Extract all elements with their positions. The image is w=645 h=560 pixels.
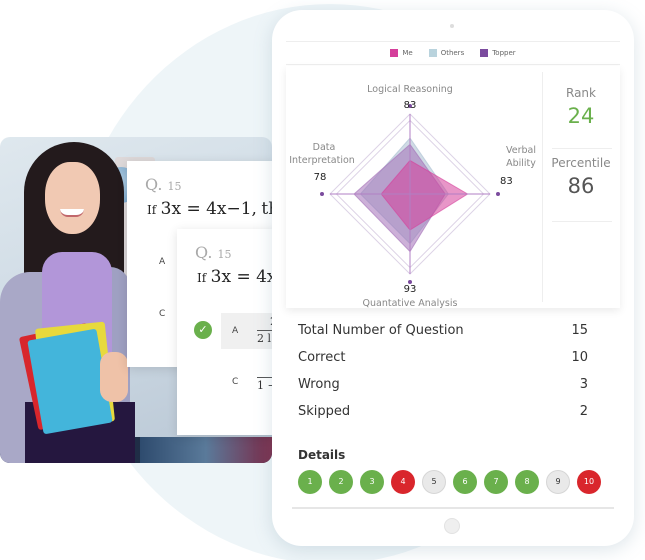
tablet-home-button[interactable]	[444, 518, 460, 534]
percentile-block: Percentile 86	[548, 156, 614, 198]
question-number: Q. 15	[195, 243, 232, 262]
stats-separator	[552, 148, 612, 149]
results-screen: Me Others Topper Logical Reasoning 83 Verb…	[286, 38, 620, 509]
radar-axis-label: Data	[313, 142, 336, 153]
stats-divider	[542, 72, 543, 302]
question-bubble-correct[interactable]: 7	[484, 470, 508, 494]
radar-axis-label: Logical Reasoning	[367, 84, 453, 95]
percentile-value: 86	[567, 174, 595, 198]
rank-label: Rank	[566, 86, 596, 100]
student-hand	[100, 352, 128, 402]
summary-value: 10	[571, 350, 588, 365]
question-bubble-wrong[interactable]: 10	[577, 470, 601, 494]
question-bubble-correct[interactable]: 8	[515, 470, 539, 494]
radar-axis-label: Quantative Analysis	[363, 298, 458, 308]
question-bubble-correct[interactable]: 3	[360, 470, 384, 494]
tablet-device: Me Others Topper Logical Reasoning 83 Verb…	[272, 10, 634, 546]
radar-axis-label-line2: Ability	[506, 158, 536, 169]
legend-item-others: Others	[428, 49, 465, 57]
legend-swatch-me	[390, 49, 399, 57]
radar-axis-score: 83	[500, 176, 513, 187]
summary-value: 3	[579, 377, 588, 392]
tablet-camera	[450, 24, 454, 28]
question-bubble-correct[interactable]: 1	[298, 470, 322, 494]
option-c-letter[interactable]: C	[159, 309, 165, 319]
photo-desk	[140, 437, 272, 463]
radar-axes	[320, 104, 500, 284]
option-a-letter[interactable]: A	[159, 257, 165, 267]
summary-label: Wrong	[298, 377, 340, 392]
legend-swatch-topper	[480, 49, 489, 57]
question-bubble-skipped[interactable]: 5	[422, 470, 446, 494]
legend-swatch-others	[428, 49, 437, 57]
screen-divider	[292, 507, 614, 509]
question-number-value: 15	[167, 180, 182, 193]
summary-label: Skipped	[298, 404, 351, 419]
legend-label-me: Me	[402, 49, 413, 57]
question-number-value: 15	[217, 248, 232, 261]
question-status-list: 1 2 3 4 5 6 7 8 9 10	[298, 470, 601, 494]
legend-item-me: Me	[390, 49, 413, 57]
question-text: If 3x = 4x−	[197, 267, 277, 287]
question-bubble-correct[interactable]: 6	[453, 470, 477, 494]
rank-value: 24	[567, 104, 595, 128]
radar-axis-label-line2: Interpretation	[289, 155, 355, 166]
question-number-prefix: Q.	[145, 175, 163, 194]
percentile-label: Percentile	[551, 156, 611, 170]
question-number-prefix: Q.	[195, 243, 213, 262]
stats-separator	[552, 221, 612, 222]
question-text-prefix: If	[197, 271, 207, 285]
question-bubble-wrong[interactable]: 4	[391, 470, 415, 494]
question-card-front: Q. 15 If 3x = 4x− ✓ A 2 2 l C 1 −	[177, 229, 281, 435]
student-face	[45, 162, 100, 234]
question-number: Q. 15	[145, 175, 182, 194]
question-equation: 3x = 4x−	[210, 267, 277, 287]
chart-legend: Me Others Topper	[286, 41, 620, 65]
question-equation: 3x = 4x−1,	[160, 199, 257, 219]
option-a-denominator: 2 l	[257, 332, 272, 345]
summary-row-correct: Correct 10	[298, 350, 588, 365]
option-c-letter[interactable]: C	[232, 377, 238, 387]
radar-axis-score: 78	[314, 172, 327, 183]
radar-axis-score: 83	[404, 100, 417, 111]
question-bubble-skipped[interactable]: 9	[546, 470, 570, 494]
check-circle-icon: ✓	[194, 321, 212, 339]
summary-row-skipped: Skipped 2	[298, 404, 588, 419]
radar-chart: Logical Reasoning 83 Verbal Ability 83 93 Quan…	[289, 84, 536, 308]
option-a-letter[interactable]: A	[232, 326, 238, 336]
question-text: If 3x = 4x−1, then	[147, 199, 277, 219]
legend-label-others: Others	[440, 49, 465, 57]
radar-axis-label: Verbal	[506, 145, 536, 156]
summary-label: Total Number of Question	[298, 323, 464, 338]
radar-axis-dot	[320, 192, 324, 196]
rank-block: Rank 24	[548, 86, 614, 128]
question-text-prefix: If	[147, 203, 157, 217]
performance-chart-card: Logical Reasoning 83 Verbal Ability 83 93 Quan…	[286, 66, 620, 308]
summary-label: Correct	[298, 350, 346, 365]
legend-label-topper: Topper	[492, 49, 516, 57]
radar-axis-dot	[496, 192, 500, 196]
details-heading: Details	[298, 448, 346, 462]
summary-row-wrong: Wrong 3	[298, 377, 588, 392]
legend-item-topper: Topper	[480, 49, 516, 57]
radar-axis-score: 93	[404, 284, 417, 295]
summary-value: 15	[571, 323, 588, 338]
summary-value: 2	[579, 404, 588, 419]
question-bubble-correct[interactable]: 2	[329, 470, 353, 494]
summary-row-total: Total Number of Question 15	[298, 323, 588, 338]
